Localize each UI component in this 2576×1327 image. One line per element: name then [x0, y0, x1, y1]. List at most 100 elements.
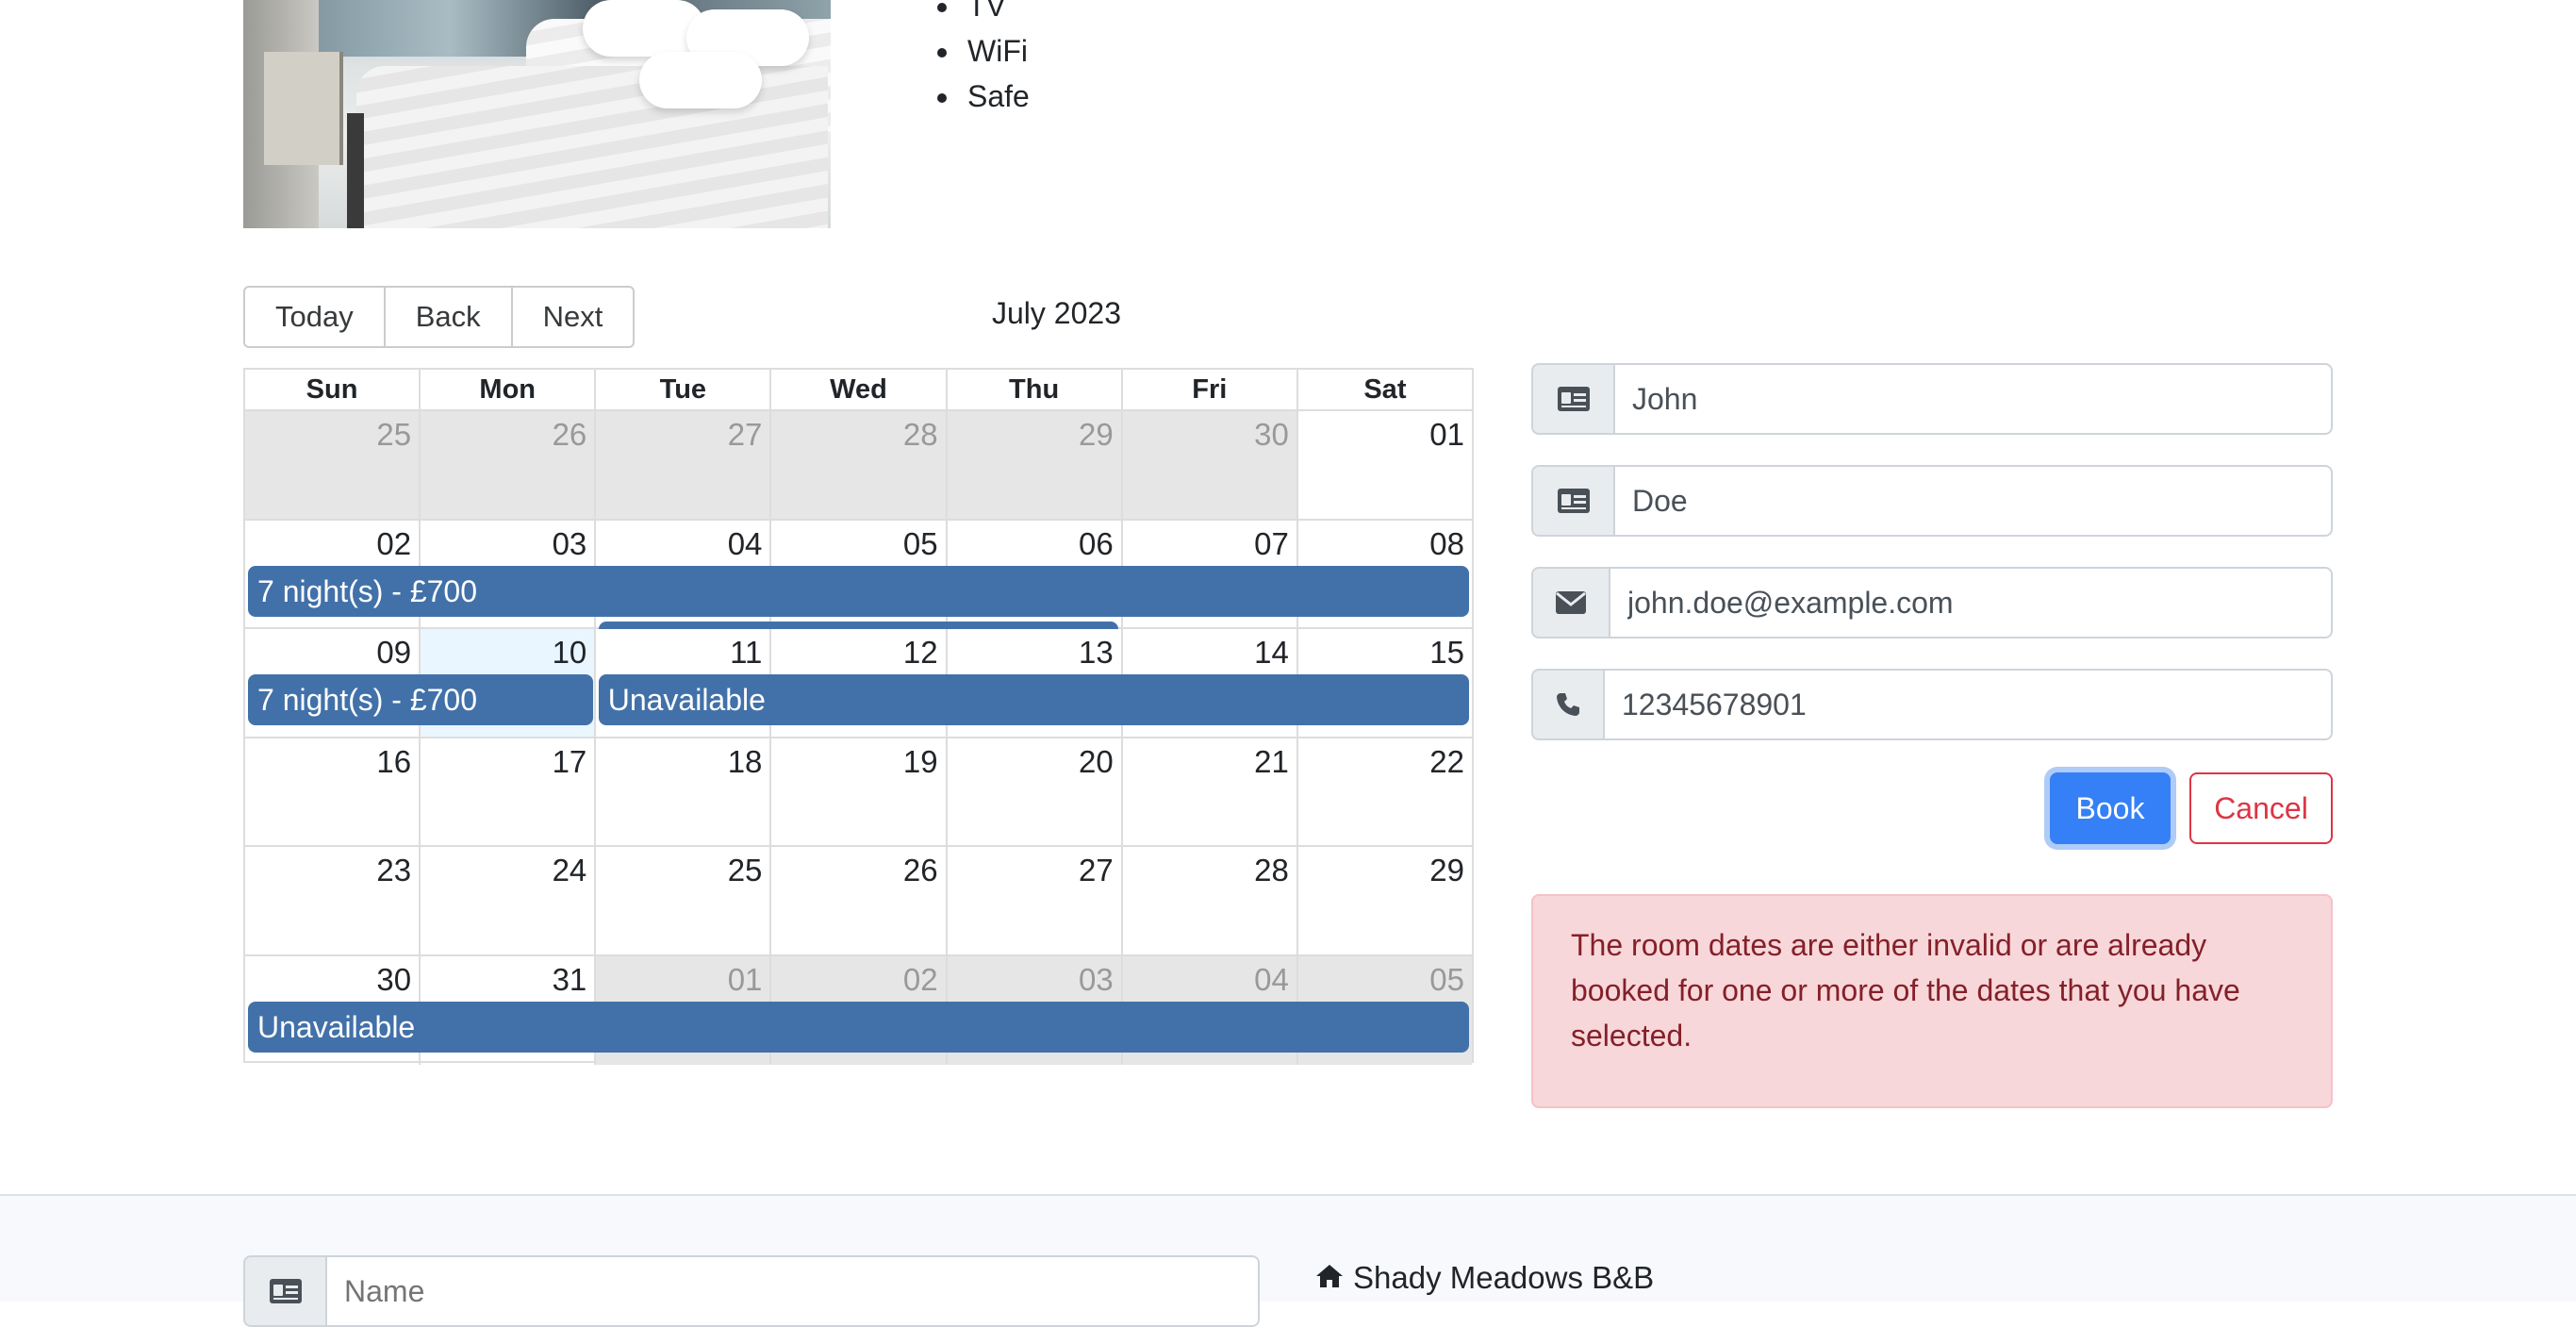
calendar-day-number: 17 [552, 743, 587, 779]
calendar-day-cell[interactable]: 26 [419, 411, 595, 519]
calendar-day-cell[interactable]: 19 [769, 738, 945, 845]
phone-input[interactable] [1603, 669, 2333, 740]
calendar-day-number: 08 [1429, 525, 1464, 561]
lastname-group [1531, 465, 2333, 537]
calendar-event[interactable]: 7 night(s) - £700 [248, 565, 1469, 617]
back-button[interactable]: Back [383, 286, 513, 348]
book-button[interactable]: Book [2050, 772, 2171, 844]
calendar-day-number: 28 [1254, 853, 1289, 887]
weekday-label: Thu [945, 370, 1121, 409]
email-input[interactable] [1609, 567, 2333, 639]
calendar-day-number: 26 [552, 417, 587, 452]
calendar-day-cell[interactable]: 17 [419, 738, 594, 845]
calendar-day-number: 01 [727, 961, 763, 997]
calendar-day-number: 01 [1429, 417, 1464, 452]
firstname-input[interactable] [1613, 363, 2333, 435]
weekday-label: Wed [769, 370, 945, 409]
calendar-day-number: 26 [902, 853, 938, 887]
phone-group [1531, 669, 2333, 740]
footer: Shady Meadows B&B [0, 1194, 2576, 1327]
calendar-day-cell[interactable]: 25 [594, 847, 769, 954]
calendar-day-number: 24 [552, 853, 587, 887]
calendar-day-cell[interactable]: 18 [594, 738, 769, 845]
email-group [1531, 567, 2333, 639]
brand-name: Shady Meadows B&B [1353, 1260, 1655, 1295]
feature-item: TV [962, 0, 1030, 28]
next-button[interactable]: Next [510, 286, 636, 348]
calendar-day-cell[interactable]: 27 [945, 847, 1121, 954]
calendar-day-number: 13 [1078, 635, 1114, 670]
calendar-day-cell[interactable]: 30 [1120, 411, 1296, 519]
feature-item: Safe [962, 74, 1030, 119]
calendar-week-row: 25 26 27 28 29 30 01 [245, 411, 1472, 521]
calendar-day-number: 18 [727, 743, 763, 779]
lastname-input[interactable] [1613, 465, 2333, 537]
home-icon [1315, 1260, 1344, 1296]
calendar-day-cell[interactable]: 28 [1120, 847, 1296, 954]
booking-error-alert: The room dates are either invalid or are… [1531, 894, 2333, 1108]
envelope-icon [1531, 567, 1609, 639]
calendar-day-number: 27 [1078, 853, 1114, 887]
calendar-day-number: 12 [902, 635, 938, 670]
calendar-day-number: 20 [1078, 743, 1114, 779]
calendar-day-number: 29 [1078, 417, 1114, 452]
calendar-event[interactable]: 7 night(s) - £700 [248, 674, 593, 725]
weekday-label: Fri [1120, 370, 1296, 409]
today-button[interactable]: Today [243, 286, 386, 348]
calendar-day-cell[interactable]: 01 [1296, 411, 1472, 519]
calendar-week-row: 02 03 04 05 06 07 08 7 night(s) - £700 [245, 520, 1472, 629]
calendar-week-row: 23 24 25 26 27 28 29 [245, 847, 1472, 956]
calendar-event-selection-edge [598, 621, 1119, 629]
calendar-week-row: 16 17 18 19 20 21 22 [245, 738, 1472, 847]
calendar-day-number: 30 [1254, 417, 1289, 452]
calendar-day-number: 27 [727, 417, 763, 452]
calendar-day-number: 02 [902, 961, 938, 997]
calendar-day-number: 25 [376, 417, 412, 452]
calendar-day-cell[interactable]: 26 [769, 847, 945, 954]
calendar-month-label: July 2023 [992, 296, 1121, 330]
calendar-day-cell[interactable]: 24 [419, 847, 594, 954]
id-card-icon [243, 1255, 325, 1327]
calendar-day-number: 31 [552, 961, 587, 997]
contact-name-group [243, 1255, 1260, 1327]
calendar-day-number: 02 [376, 525, 412, 561]
id-card-icon [1531, 465, 1613, 537]
calendar-day-number: 03 [552, 525, 587, 561]
firstname-group [1531, 363, 2333, 435]
calendar-week-row: 30 31 01 02 03 04 05 Unavailable [245, 955, 1472, 1065]
calendar-day-number: 29 [1429, 853, 1464, 887]
weekday-label: Sun [305, 374, 358, 405]
calendar-day-number: 28 [902, 417, 938, 452]
calendar-day-cell[interactable]: 22 [1296, 738, 1472, 845]
calendar-day-number: 30 [376, 961, 412, 997]
calendar-day-number: 23 [376, 853, 412, 887]
cancel-button[interactable]: Cancel [2189, 772, 2333, 844]
weekday-label: Sat [1296, 370, 1472, 409]
calendar-day-number: 06 [1078, 525, 1114, 561]
calendar-day-number: 25 [727, 853, 763, 887]
calendar-day-number: 11 [730, 635, 763, 670]
calendar-day-cell[interactable]: 21 [1120, 738, 1296, 845]
calendar-event[interactable]: Unavailable [598, 674, 1469, 725]
calendar-day-cell[interactable]: 29 [945, 411, 1121, 519]
phone-icon [1531, 669, 1603, 740]
calendar-day-number: 21 [1254, 743, 1289, 779]
calendar-day-cell[interactable]: 29 [1296, 847, 1472, 954]
feature-item: WiFi [962, 28, 1030, 74]
calendar-day-cell[interactable]: 20 [945, 738, 1121, 845]
calendar-day-cell[interactable]: 16 [245, 738, 419, 846]
calendar-day-cell[interactable]: 28 [769, 411, 946, 519]
calendar-day-number: 22 [1429, 743, 1464, 779]
calendar-week-row: 09 10 11 12 13 14 15 7 night(s) - £700 Unavailab… [245, 629, 1472, 738]
id-card-icon [1531, 363, 1613, 435]
calendar-event[interactable]: Unavailable [248, 1001, 1469, 1053]
calendar-day-number: 05 [902, 525, 938, 561]
contact-name-input[interactable] [325, 1255, 1260, 1327]
calendar-day-cell[interactable]: 23 [245, 847, 419, 954]
calendar-toolbar: Today Back Next [243, 286, 636, 348]
footer-brand: Shady Meadows B&B [1315, 1260, 1654, 1296]
calendar-day-cell[interactable]: 25 [245, 411, 420, 519]
calendar-day-number: 04 [727, 525, 763, 561]
room-image [243, 0, 831, 228]
calendar-day-cell[interactable]: 27 [594, 411, 770, 519]
